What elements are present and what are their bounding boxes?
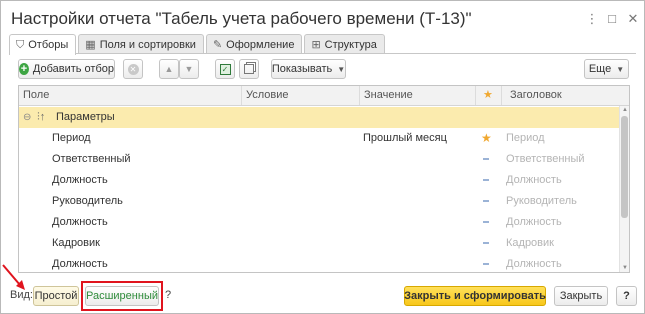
row-header: Должность [506,174,562,186]
view-help-icon[interactable]: ? [165,289,171,301]
table-row[interactable]: Должность Должность [19,254,619,272]
close-button[interactable]: Закрыть [554,286,608,306]
check-all-button[interactable]: ✓ [215,59,235,79]
show-label: Показывать [271,63,333,75]
view-label: Вид: [10,289,33,301]
tab-divider [9,53,636,54]
close-icon[interactable]: ✕ [625,11,641,27]
row-field: Кадровик [52,237,100,249]
tab-appearance[interactable]: ✎ Оформление [205,34,303,54]
copy-button[interactable] [239,59,259,79]
row-header: Должность [506,216,562,228]
add-filter-label: Добавить отбор [32,63,114,75]
more-actions-button[interactable]: Еще ▼ [584,59,629,79]
copy-icon [244,64,254,74]
dash-icon[interactable] [483,212,489,233]
tab-structure[interactable]: ⊞ Структура [304,34,385,54]
scroll-down-icon[interactable]: ▼ [621,265,629,271]
row-field: Должность [52,216,108,228]
table-row[interactable]: Период Прошлый месяц ★ Период [19,128,619,149]
row-header: Должность [506,258,562,270]
collapse-icon[interactable]: ⊖ [23,107,31,128]
row-header: Руководитель [506,195,577,207]
simple-view-button[interactable]: Простой [33,286,79,306]
move-up-button[interactable]: ▲ [159,59,179,79]
filter-icon: ⛉ [16,39,25,51]
column-header[interactable]: Заголовок [501,86,629,105]
table-row[interactable]: Должность Должность [19,170,619,191]
brush-icon: ✎ [212,38,223,51]
dash-icon[interactable] [483,254,489,272]
dialog-title: Настройки отчета "Табель учета рабочего … [11,9,472,28]
more-label: Еще [588,63,612,75]
row-field: Должность [52,174,108,186]
tab-appearance-label: Оформление [226,38,295,51]
dash-icon[interactable] [483,233,489,254]
chevron-down-icon: ▼ [616,64,625,74]
settings-tabs: ⛉ Отборы ▦ Поля и сортировки ✎ Оформлени… [9,34,387,55]
group-label: Параметры [56,111,115,123]
tab-fields-sorting-label: Поля и сортировки [99,38,196,51]
row-field: Ответственный [52,153,131,165]
dash-icon[interactable] [483,191,489,212]
tab-structure-label: Структура [324,38,377,51]
structure-icon: ⊞ [311,38,321,51]
tab-filters-label: Отборы [28,39,69,51]
row-field: Период [52,132,91,144]
column-value[interactable]: Значение [359,86,475,105]
dash-icon[interactable] [483,170,489,191]
column-field[interactable]: Поле [19,86,241,105]
extended-view-button[interactable]: Расширенный [85,286,159,306]
column-star[interactable]: ★ [475,86,501,105]
more-menu-icon[interactable]: ⋮ [584,11,600,27]
arrow-down-icon: ▼ [184,64,194,74]
tab-fields-sorting[interactable]: ▦ Поля и сортировки [78,34,204,54]
vertical-scrollbar[interactable]: ▲ ▼ [619,106,629,272]
row-field: Руководитель [52,195,123,207]
parameters-icon: ⫶↑ [37,111,46,123]
report-settings-dialog: Настройки отчета "Табель учета рабочего … [0,0,645,314]
arrow-up-icon: ▲ [164,64,174,74]
table-row[interactable]: Руководитель Руководитель [19,191,619,212]
column-condition[interactable]: Условие [241,86,359,105]
filters-table[interactable]: Поле Условие Значение ★ Заголовок ⊖ ⫶↑ П… [18,85,630,273]
row-value[interactable]: Прошлый месяц [363,128,447,149]
row-field: Должность [52,258,108,270]
delete-button[interactable]: ✕ [123,59,143,79]
plus-icon: + [19,63,29,75]
row-header: Период [506,132,545,144]
move-down-button[interactable]: ▼ [179,59,199,79]
help-button[interactable]: ? [616,286,637,306]
scroll-up-icon[interactable]: ▲ [621,107,629,113]
scroll-thumb[interactable] [621,116,628,218]
table-row[interactable]: Ответственный Ответственный [19,149,619,170]
delete-icon: ✕ [127,63,139,75]
table-header: Поле Условие Значение ★ Заголовок [19,86,629,106]
star-icon[interactable]: ★ [481,128,492,149]
group-row-parameters[interactable]: ⊖ ⫶↑ Параметры [19,107,619,128]
chevron-down-icon: ▼ [337,64,346,74]
row-header: Ответственный [506,153,585,165]
table-row[interactable]: Должность Должность [19,212,619,233]
check-all-icon: ✓ [219,63,231,75]
dash-icon[interactable] [483,149,489,170]
maximize-icon[interactable]: □ [604,11,620,27]
table-row[interactable]: Кадровик Кадровик [19,233,619,254]
add-filter-button[interactable]: + Добавить отбор [18,59,115,79]
show-dropdown-button[interactable]: Показывать ▼ [271,59,346,79]
table-icon: ▦ [85,38,96,51]
close-and-generate-button[interactable]: Закрыть и сформировать [404,286,546,306]
row-header: Кадровик [506,237,554,249]
tab-filters[interactable]: ⛉ Отборы [9,34,77,55]
